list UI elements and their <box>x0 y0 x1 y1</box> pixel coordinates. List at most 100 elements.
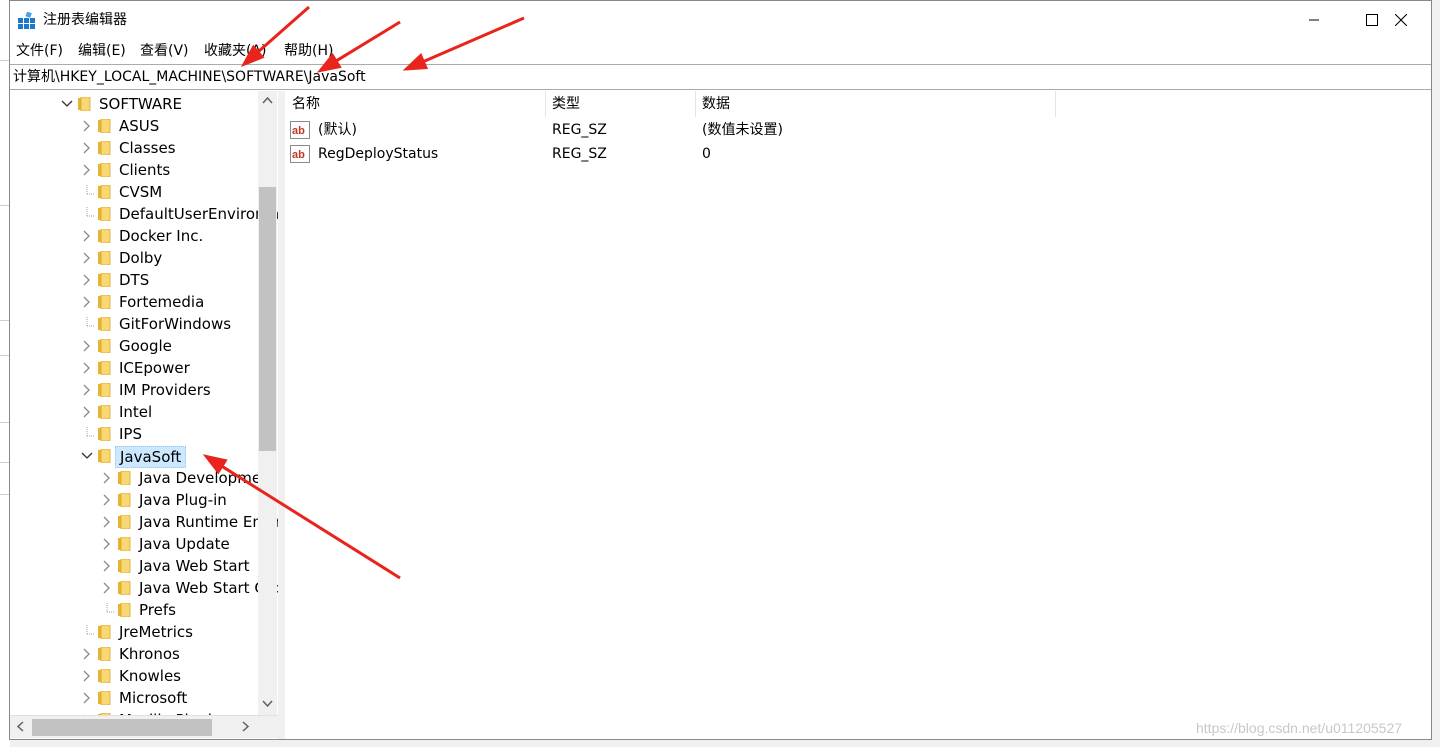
tree-item[interactable]: IPS <box>10 423 258 445</box>
tree-item[interactable]: Docker Inc. <box>10 225 258 247</box>
column-header-name[interactable]: 名称 <box>286 91 546 117</box>
tree-item[interactable]: GitForWindows <box>10 313 258 335</box>
address-path[interactable]: 计算机\HKEY_LOCAL_MACHINE\SOFTWARE\JavaSoft <box>13 68 366 86</box>
chevron-right-icon[interactable] <box>100 537 114 551</box>
address-bar[interactable]: 计算机\HKEY_LOCAL_MACHINE\SOFTWARE\JavaSoft <box>10 64 1431 90</box>
chevron-right-icon[interactable] <box>80 361 94 375</box>
tree-item[interactable]: Java Plug-in <box>10 489 258 511</box>
tree-item[interactable]: Google <box>10 335 258 357</box>
scroll-up-icon[interactable] <box>262 96 273 104</box>
tree-item[interactable]: Java Web Start <box>10 555 258 577</box>
tree-item[interactable]: DTS <box>10 269 258 291</box>
menu-file[interactable]: 文件(F) <box>16 42 63 60</box>
registry-key-tree[interactable]: SOFTWARE ASUS Classes Clients CVSM DefaultUse… <box>10 91 278 715</box>
tree-vertical-scrollbar[interactable] <box>258 91 277 715</box>
chevron-right-icon[interactable] <box>80 141 94 155</box>
chevron-right-icon[interactable] <box>100 581 114 595</box>
folder-icon <box>118 581 131 595</box>
chevron-right-icon[interactable] <box>80 251 94 265</box>
tree-item[interactable]: Intel <box>10 401 258 423</box>
folder-icon <box>118 603 131 617</box>
column-header-type[interactable]: 类型 <box>546 91 696 117</box>
chevron-right-icon[interactable] <box>80 383 94 397</box>
chevron-right-icon[interactable] <box>80 691 94 705</box>
chevron-right-icon[interactable] <box>80 163 94 177</box>
menu-help[interactable]: 帮助(H) <box>284 42 333 60</box>
column-header-data[interactable]: 数据 <box>696 91 1056 117</box>
tree-item-label: ICEpower <box>119 359 190 377</box>
chevron-right-icon[interactable] <box>100 559 114 573</box>
folder-icon <box>98 405 111 419</box>
scroll-down-icon[interactable] <box>262 700 273 708</box>
chevron-right-icon[interactable] <box>80 405 94 419</box>
tree-item[interactable]: JavaSoft <box>10 445 258 468</box>
tree-item[interactable]: JreMetrics <box>10 621 258 643</box>
tree-horizontal-scroll-thumb[interactable] <box>32 719 212 736</box>
value-row[interactable]: ab (默认) REG_SZ (数值未设置) <box>286 118 1086 142</box>
tree-horizontal-scrollbar[interactable] <box>10 715 278 738</box>
tree-item[interactable]: DefaultUserEnvironment <box>10 203 278 225</box>
value-row[interactable]: ab RegDeployStatus REG_SZ 0 <box>286 142 1086 166</box>
tree-item[interactable]: Java Web Start Caps <box>10 577 278 599</box>
close-button[interactable] <box>1372 1 1430 39</box>
folder-icon <box>98 229 111 243</box>
watermark: https://blog.csdn.net/u011205527 <box>1196 720 1403 736</box>
tree-item-label: IM Providers <box>119 381 211 399</box>
title-bar[interactable]: 注册表编辑器 <box>10 1 1431 39</box>
value-name: RegDeployStatus <box>318 146 439 162</box>
tree-item[interactable]: IM Providers <box>10 379 258 401</box>
menu-edit[interactable]: 编辑(E) <box>78 42 126 60</box>
chevron-down-icon[interactable] <box>60 97 74 111</box>
value-type: REG_SZ <box>552 146 607 162</box>
tree-item[interactable]: Clients <box>10 159 258 181</box>
tree-item-label: DTS <box>119 271 150 289</box>
chevron-right-icon[interactable] <box>80 295 94 309</box>
chevron-right-icon[interactable] <box>100 515 114 529</box>
chevron-right-icon[interactable] <box>80 119 94 133</box>
menu-favorites[interactable]: 收藏夹(A) <box>204 42 267 60</box>
tree-item-label: Khronos <box>119 645 180 663</box>
values-pane[interactable]: 名称 类型 数据 ab (默认) REG_SZ (数值未设置) ab RegDe… <box>286 91 1426 739</box>
chevron-right-icon[interactable] <box>100 471 114 485</box>
tree-item[interactable]: CVSM <box>10 181 258 203</box>
scroll-left-icon[interactable] <box>16 721 24 732</box>
chevron-right-icon[interactable] <box>80 339 94 353</box>
chevron-right-icon[interactable] <box>80 229 94 243</box>
tree-item[interactable]: Java Development Kit <box>10 467 278 489</box>
chevron-right-icon[interactable] <box>80 669 94 683</box>
tree-item-label: Knowles <box>119 667 181 685</box>
tree-item[interactable]: Microsoft <box>10 687 258 709</box>
tree-item[interactable]: ASUS <box>10 115 258 137</box>
tree-item[interactable]: Knowles <box>10 665 258 687</box>
chevron-right-icon[interactable] <box>100 493 114 507</box>
chevron-right-icon[interactable] <box>80 647 94 661</box>
folder-icon <box>78 97 91 111</box>
tree-item[interactable]: Fortemedia <box>10 291 258 313</box>
tree-item-label: Clients <box>119 161 171 179</box>
string-value-icon: ab <box>290 145 310 163</box>
tree-item-label: IPS <box>119 425 142 443</box>
tree-item[interactable]: Dolby <box>10 247 258 269</box>
value-data: 0 <box>702 146 711 162</box>
regedit-app-icon <box>18 12 35 29</box>
tree-item[interactable]: Java Update <box>10 533 258 555</box>
tree-item[interactable]: Java Runtime Environment <box>10 511 278 533</box>
tree-item[interactable]: Khronos <box>10 643 258 665</box>
folder-icon <box>98 427 111 441</box>
folder-icon <box>98 317 111 331</box>
tree-item[interactable]: ICEpower <box>10 357 258 379</box>
scroll-right-icon[interactable] <box>242 721 250 732</box>
tree-vertical-scroll-thumb[interactable] <box>259 187 276 451</box>
menu-view[interactable]: 查看(V) <box>140 42 189 60</box>
chevron-right-icon[interactable] <box>80 273 94 287</box>
tree-item-label: Classes <box>119 139 176 157</box>
minimize-button[interactable] <box>1285 1 1343 39</box>
tree-item-label: Java Web Start <box>139 557 250 575</box>
chevron-down-icon[interactable] <box>80 449 94 463</box>
tree-connector-icon <box>106 603 114 613</box>
tree-item[interactable]: Prefs <box>10 599 258 621</box>
pane-splitter[interactable] <box>278 91 285 739</box>
tree-item-label: Java Plug-in <box>139 491 227 509</box>
tree-item[interactable]: SOFTWARE <box>10 93 258 115</box>
tree-item[interactable]: Classes <box>10 137 258 159</box>
